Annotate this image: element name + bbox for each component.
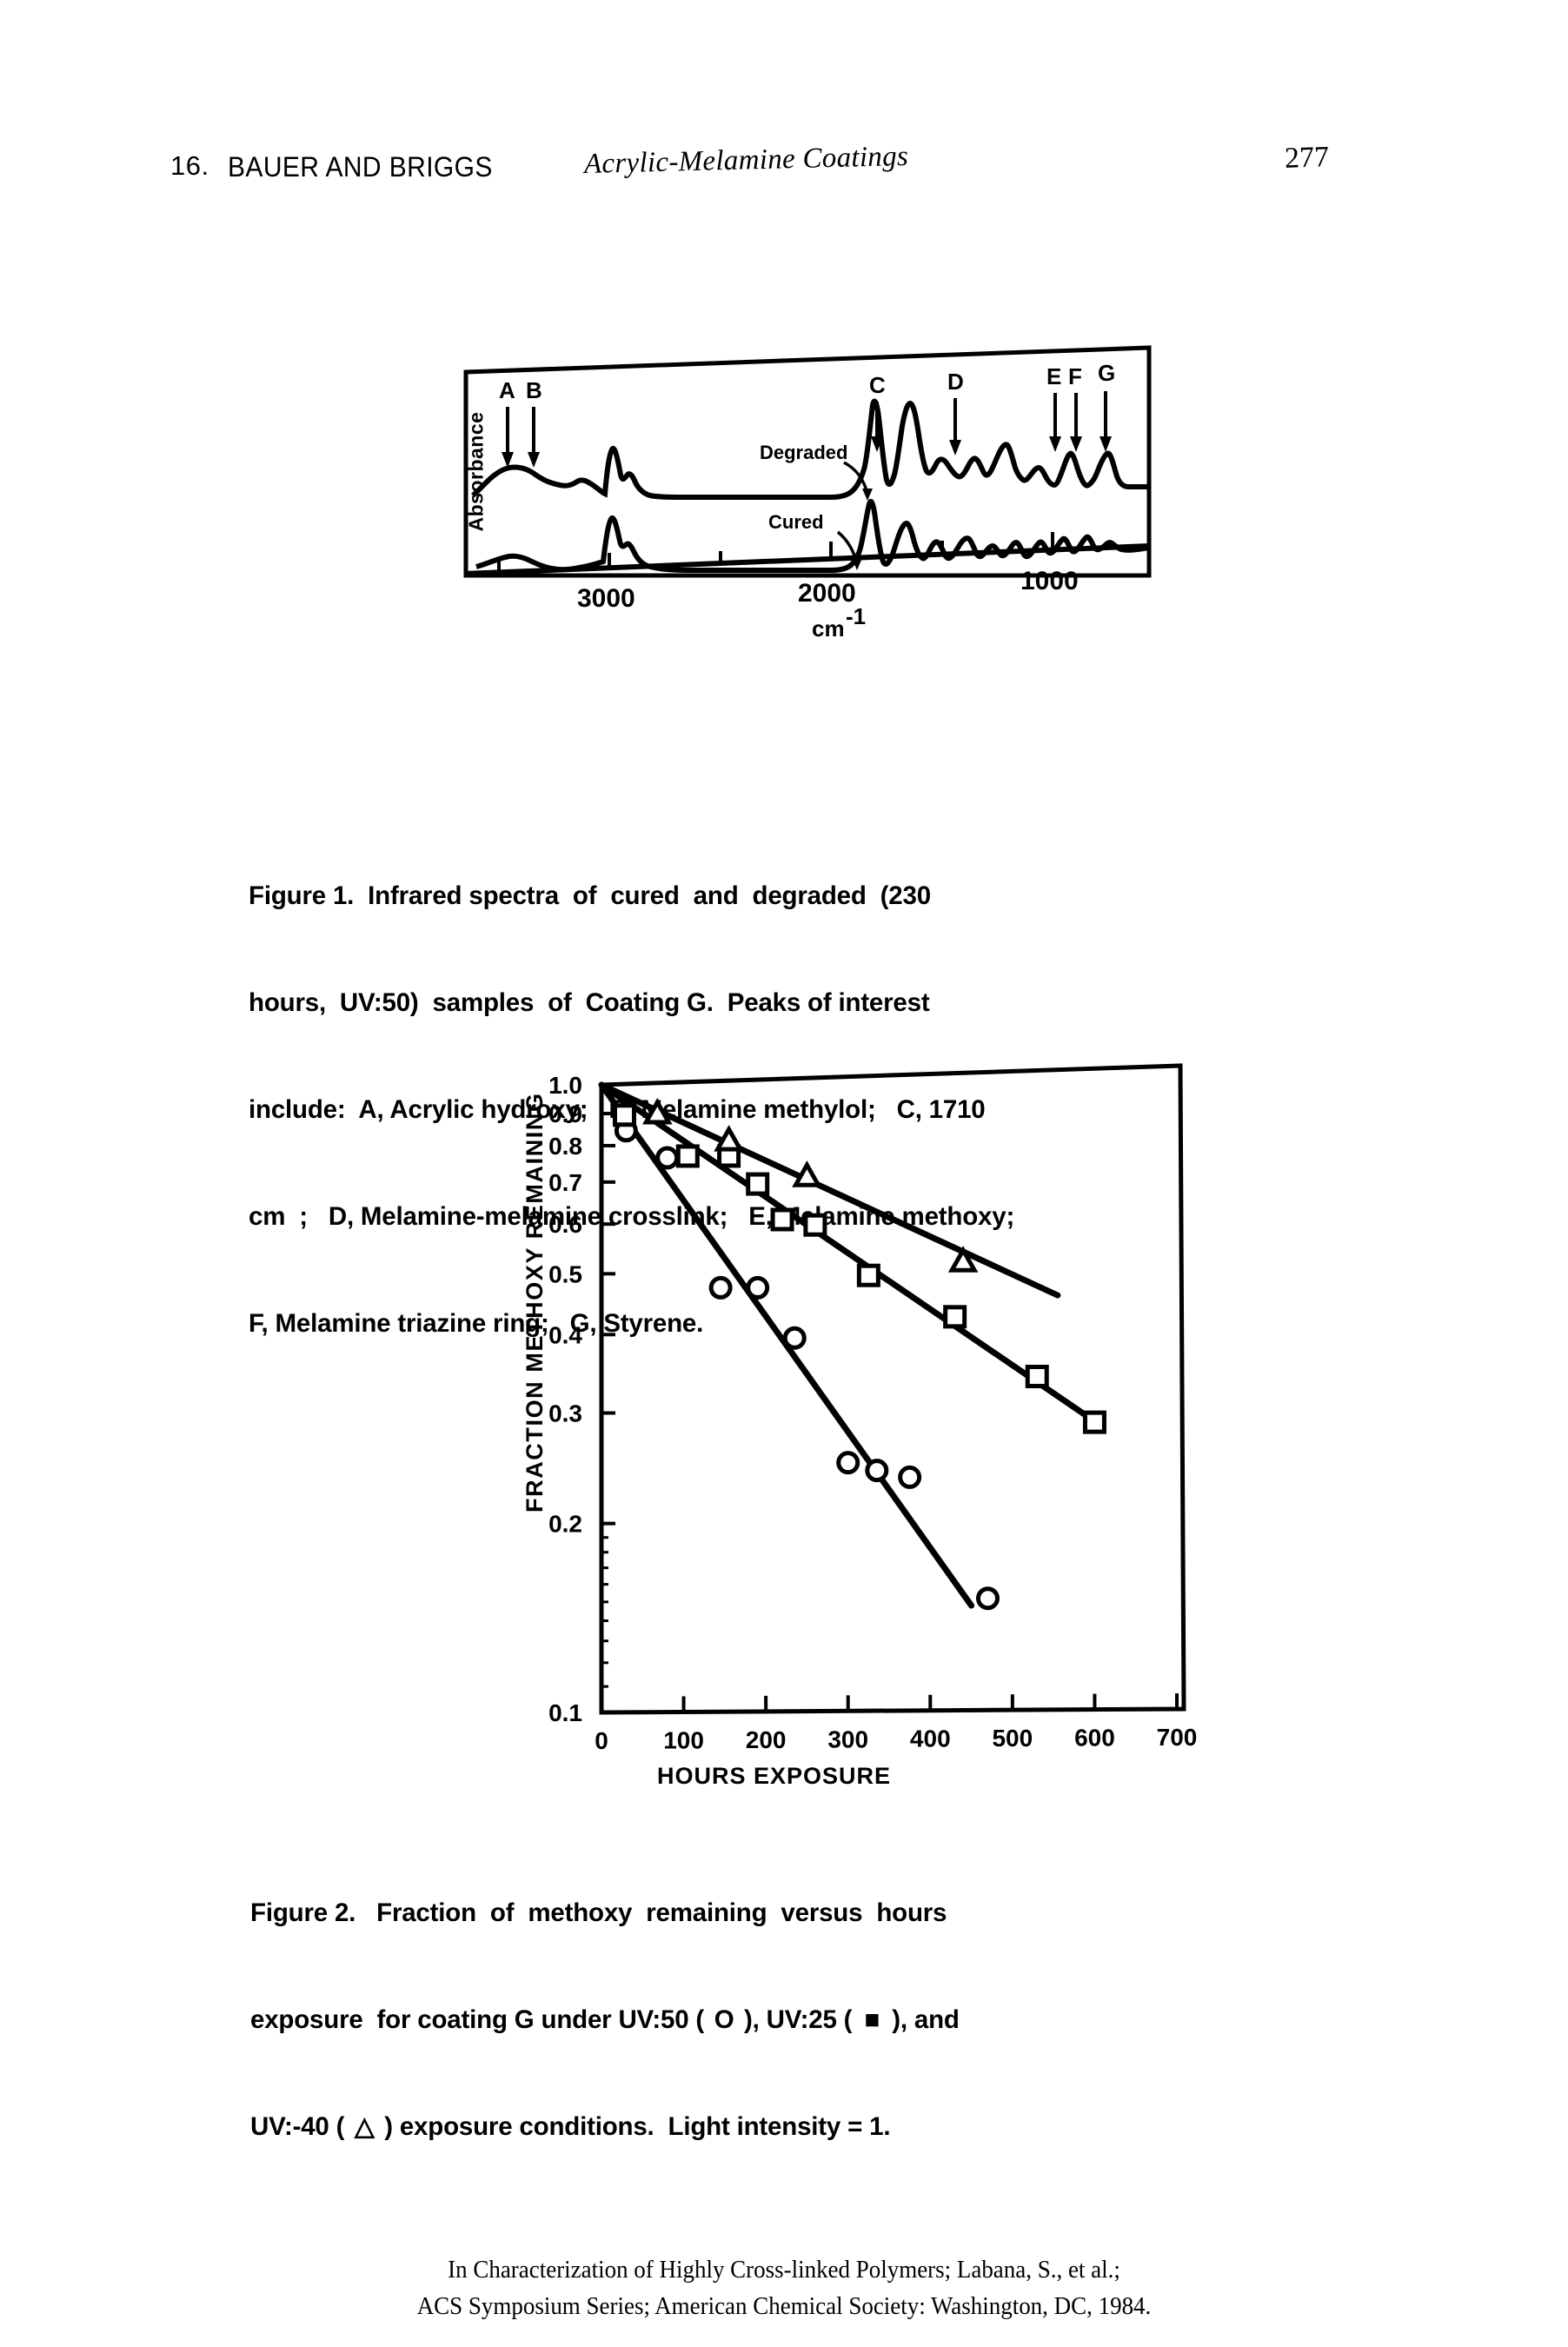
figure2-x-tick-label: 700 bbox=[1157, 1724, 1198, 1751]
ir-spectra-plot: Degraded Cured A B C D E F G 3000 2000 1… bbox=[463, 345, 1152, 642]
figure2-trend-line-triangle bbox=[598, 1081, 1061, 1299]
figure-2-methoxy-plot: 1.0 0.9 0.8 0.7 0.6 0.5 0.4 0.3 0.2 0.1 0 100 200 30… bbox=[518, 1026, 1213, 1808]
figure2-x-tick-label: 600 bbox=[1074, 1725, 1115, 1752]
figure2-x-axis-title: HOURS EXPOSURE bbox=[657, 1763, 891, 1789]
figure2-x-tick-label: 0 bbox=[595, 1727, 608, 1754]
document-page: 16. BAUER AND BRIGGS Acrylic-Melamine Co… bbox=[0, 0, 1568, 2347]
legend-square-icon: ■ bbox=[864, 2005, 880, 2034]
figure1-x-axis-exponent: -1 bbox=[846, 603, 866, 629]
peak-marker-d bbox=[949, 398, 961, 455]
peak-label-d: D bbox=[947, 369, 964, 395]
figure2-y-tick-label: 0.2 bbox=[548, 1511, 582, 1538]
figure2-caption-text-3b: ) exposure conditions. Light intensity =… bbox=[377, 2112, 891, 2141]
figure2-x-tick-label: 100 bbox=[663, 1726, 704, 1753]
degraded-trace-label: Degraded bbox=[760, 442, 847, 463]
figure2-x-tick-labels: 0 100 200 300 400 500 600 700 bbox=[595, 1724, 1197, 1754]
figure2-trend-line-square bbox=[598, 1081, 1102, 1427]
book-title: Acrylic-Melamine Coatings bbox=[583, 140, 909, 180]
figure2-data-point-circle bbox=[865, 1459, 889, 1483]
figure2-x-tick-label: 500 bbox=[992, 1725, 1033, 1752]
legend-triangle-icon: △ bbox=[354, 2112, 375, 2141]
figure2-y-axis-title: FRACTION METHOXY REMAINING bbox=[522, 1092, 548, 1513]
figure2-caption-text-2c: ), and bbox=[885, 2005, 960, 2034]
figure2-data-point-square bbox=[770, 1207, 794, 1232]
figure2-data-point-square bbox=[943, 1305, 967, 1329]
peak-marker-e bbox=[1049, 393, 1061, 452]
peak-marker-g bbox=[1100, 391, 1112, 452]
figure2-x-tick-label: 300 bbox=[827, 1725, 868, 1752]
figure-2-caption: Figure 2. Fraction of methoxy remaining … bbox=[250, 1824, 960, 2216]
figure1-caption-line-1: Figure 1. Infrared spectra of cured and … bbox=[249, 881, 931, 910]
figure2-data-point-square bbox=[746, 1172, 770, 1196]
chapter-number: 16. bbox=[170, 150, 209, 181]
figure2-data-point-square bbox=[856, 1263, 880, 1287]
figure2-caption-text-3a: UV:-40 ( bbox=[250, 2112, 352, 2141]
figure2-data-point-triangle bbox=[714, 1125, 744, 1152]
figure2-data-point-square bbox=[1082, 1410, 1106, 1434]
peak-label-e: E bbox=[1046, 363, 1061, 389]
peak-label-a: A bbox=[499, 377, 515, 403]
peak-marker-b bbox=[528, 407, 540, 468]
page-footer: In Characterization of Highly Cross-link… bbox=[0, 2251, 1568, 2324]
figure2-caption-text-2b: ), UV:25 ( bbox=[737, 2005, 860, 2034]
figure2-data-point-circle bbox=[782, 1326, 807, 1350]
peak-label-g: G bbox=[1098, 360, 1115, 386]
running-head: 16. BAUER AND BRIGGS Acrylic-Melamine Co… bbox=[0, 135, 1568, 204]
figure2-y-tick-label: 0.4 bbox=[548, 1321, 582, 1348]
figure2-y-tick-label: 0.3 bbox=[548, 1400, 582, 1427]
peak-marker-f bbox=[1070, 393, 1082, 452]
figure2-y-tick-label: 0.1 bbox=[548, 1699, 582, 1726]
figure2-y-tick-label: 0.9 bbox=[548, 1100, 582, 1127]
peak-label-c: C bbox=[869, 372, 886, 398]
figure2-caption-line-3: UV:-40 ( △ ) exposure conditions. Light … bbox=[250, 2109, 960, 2144]
cured-trace-label: Cured bbox=[768, 511, 824, 533]
figure1-caption-line-2: hours, UV:50) samples of Coating G. Peak… bbox=[249, 988, 930, 1017]
footer-line-2: ACS Symposium Series; American Chemical … bbox=[416, 2292, 1152, 2320]
figure2-data-point-triangle bbox=[792, 1160, 822, 1187]
legend-circle-icon: O bbox=[714, 2005, 734, 2034]
figure1-xtick-1000: 1000 bbox=[1020, 567, 1079, 595]
author-names: BAUER AND BRIGGS bbox=[228, 152, 493, 183]
figure2-data-point-circle bbox=[655, 1146, 680, 1170]
page-number: 277 bbox=[1284, 141, 1330, 175]
figure2-y-tick-label: 0.6 bbox=[548, 1211, 582, 1238]
figure2-y-tick-label: 0.7 bbox=[548, 1169, 582, 1196]
figure2-x-tick-label: 200 bbox=[746, 1726, 787, 1753]
figure2-data-point-circle bbox=[746, 1275, 770, 1300]
figure2-data-point-square bbox=[803, 1213, 827, 1237]
figure2-data-point-circle bbox=[975, 1586, 1000, 1611]
figure2-caption-text-2a: exposure for coating G under UV:50 ( bbox=[250, 2005, 712, 2034]
figure2-y-tick-label: 0.8 bbox=[548, 1133, 582, 1160]
methoxy-decay-chart: 1.00.9 0.8 0.7 0.6 0.5 0.4 0.3 0.2 0.1 0 100 200 30… bbox=[522, 1063, 1197, 1789]
figure1-xtick-3000: 3000 bbox=[577, 584, 635, 613]
figure-1-ir-spectra: Absorbance Degraded Cured A B C D E F G … bbox=[422, 330, 1153, 730]
figure2-caption-line-1: Figure 2. Fraction of methoxy remaining … bbox=[250, 1898, 947, 1927]
peak-marker-a bbox=[502, 407, 514, 468]
figure2-x-tick-label: 400 bbox=[910, 1725, 951, 1752]
figure2-data-point-square bbox=[1025, 1365, 1049, 1389]
figure2-data-point-square bbox=[612, 1103, 636, 1127]
peak-label-b: B bbox=[526, 377, 542, 403]
figure2-y-tick-label: 0.5 bbox=[548, 1260, 582, 1287]
figure1-x-axis-unit: cm bbox=[812, 615, 845, 642]
peak-label-f: F bbox=[1068, 363, 1082, 389]
figure2-caption-line-2: exposure for coating G under UV:50 ( O )… bbox=[250, 2002, 960, 2038]
figure2-data-point-circle bbox=[708, 1275, 733, 1300]
figure2-data-markers bbox=[612, 1097, 1106, 1611]
figure2-data-point-circle bbox=[898, 1465, 922, 1489]
figure2-data-point-circle bbox=[836, 1451, 860, 1475]
footer-line-1: In Characterization of Highly Cross-link… bbox=[448, 2256, 1120, 2284]
figure2-y-tick-label: 1.0 bbox=[548, 1072, 582, 1099]
figure2-data-point-square bbox=[675, 1144, 700, 1168]
figure2-y-tick-labels: 1.00.9 0.8 0.7 0.6 0.5 0.4 0.3 0.2 0.1 bbox=[548, 1072, 582, 1726]
